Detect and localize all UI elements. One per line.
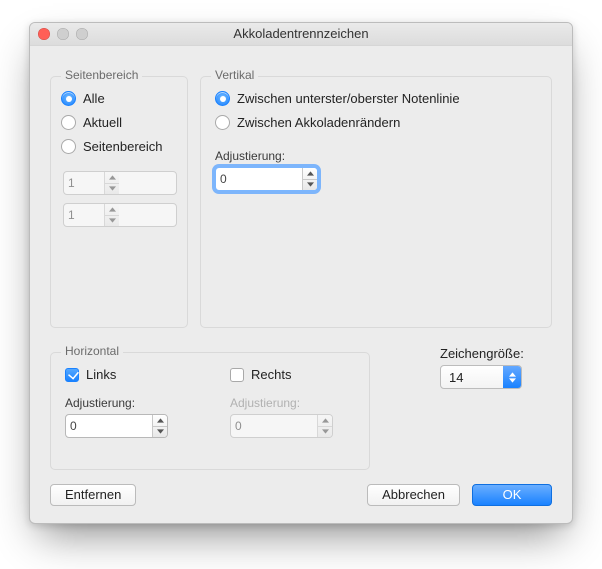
horiz-left-adjust-input[interactable] [66,415,152,437]
radio-current[interactable]: Aktuell [61,115,177,130]
radio-label: Zwischen unterster/oberster Notenlinie [237,91,460,106]
dialog-window: Akkoladentrennzeichen Seitenbereich Alle… [29,22,573,524]
remove-button[interactable]: Entfernen [50,484,136,506]
radio-label: Alle [83,91,105,106]
page-to-stepper [63,203,177,227]
page-to-input [64,204,104,226]
checkbox-label: Links [86,367,116,382]
vertical-adjust-input[interactable] [216,168,302,190]
radio-between-lines[interactable]: Zwischen unterster/oberster Notenlinie [215,91,541,106]
vertical-adjust-label: Adjustierung: [215,149,541,163]
checkbox-left[interactable]: Links [65,367,190,382]
char-size-select[interactable]: 14 [440,365,522,389]
step-down-icon[interactable] [153,427,167,438]
radio-label: Aktuell [83,115,122,130]
titlebar: Akkoladentrennzeichen [30,23,572,46]
minimize-icon [57,28,69,40]
horiz-left-adjust-stepper[interactable] [65,414,168,438]
page-from-stepper [63,171,177,195]
step-down-icon[interactable] [303,180,317,191]
page-from-input [64,172,104,194]
radio-icon [215,115,230,130]
stepper-controls[interactable] [302,168,317,190]
horiz-right-adjust-label: Adjustierung: [230,396,355,410]
char-size-label: Zeichengröße: [440,346,560,361]
ok-button[interactable]: OK [472,484,552,506]
zoom-icon [76,28,88,40]
group-page-range: Seitenbereich Alle Aktuell Seitenbereich [50,76,188,328]
checkbox-label: Rechts [251,367,291,382]
radio-between-margins[interactable]: Zwischen Akkoladenrändern [215,115,541,130]
char-size-value: 14 [441,370,503,385]
step-up-icon[interactable] [303,168,317,180]
group-horizontal: Horizontal Links Adjustierung: [50,352,370,470]
radio-icon [61,139,76,154]
horiz-left-adjust-label: Adjustierung: [65,396,190,410]
group-title-vertical: Vertikal [211,68,258,82]
horiz-right-adjust-stepper [230,414,333,438]
close-icon[interactable] [38,28,50,40]
group-title-page-range: Seitenbereich [61,68,142,82]
stepper-controls[interactable] [152,415,167,437]
checkbox-icon [65,368,79,382]
checkbox-icon [230,368,244,382]
horiz-right-adjust-input [231,415,317,437]
radio-label: Zwischen Akkoladenrändern [237,115,400,130]
stepper-controls [317,415,332,437]
checkbox-right[interactable]: Rechts [230,367,355,382]
cancel-button[interactable]: Abbrechen [367,484,460,506]
stepper-controls [104,172,119,194]
window-title: Akkoladentrennzeichen [233,26,368,41]
group-vertical: Vertikal Zwischen unterster/oberster Not… [200,76,552,328]
radio-all[interactable]: Alle [61,91,177,106]
group-title-horizontal: Horizontal [61,344,123,358]
select-arrows-icon [503,366,521,388]
radio-icon [61,91,76,106]
radio-icon [215,91,230,106]
vertical-adjust-stepper[interactable] [215,167,318,191]
stepper-controls [104,204,119,226]
step-up-icon[interactable] [153,415,167,427]
radio-icon [61,115,76,130]
radio-label: Seitenbereich [83,139,163,154]
radio-range[interactable]: Seitenbereich [61,139,177,154]
